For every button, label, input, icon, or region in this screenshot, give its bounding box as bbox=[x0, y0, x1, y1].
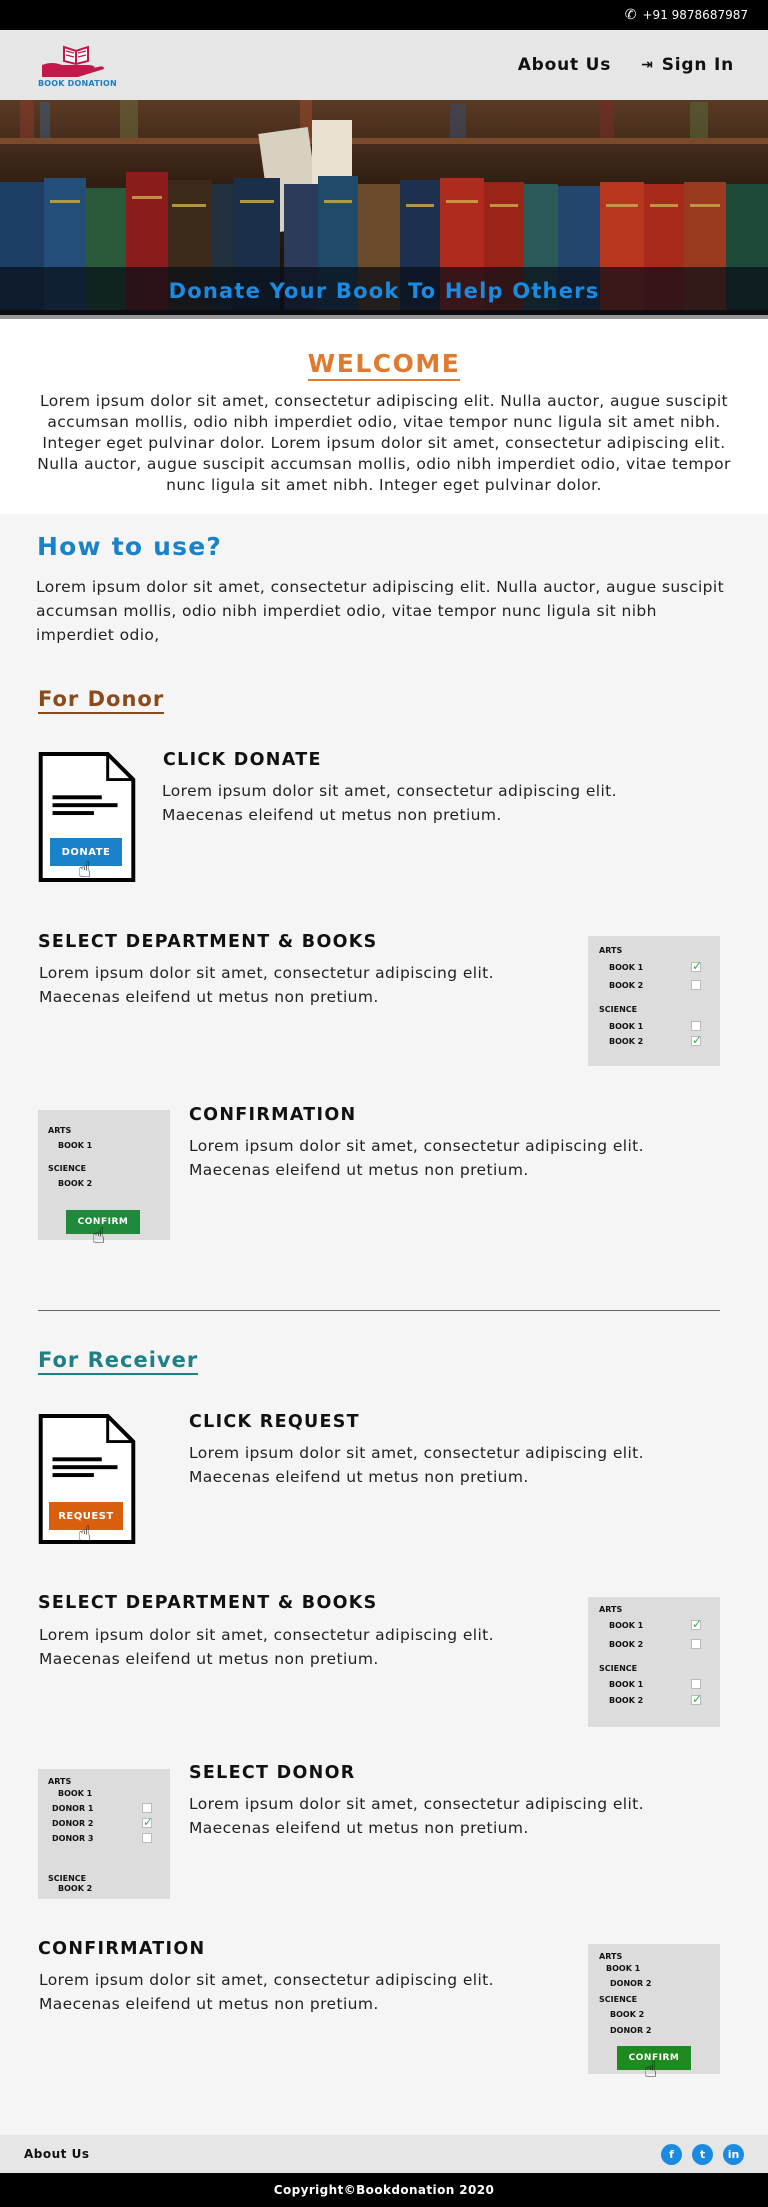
how-title: How to use? bbox=[37, 532, 223, 561]
donor-label: DONOR 2 bbox=[610, 1979, 652, 1988]
hero-tagline-band: Donate Your Book To Help Others bbox=[0, 267, 768, 315]
book-label: BOOK 2 bbox=[609, 981, 644, 990]
select-dept-books-title: SELECT DEPARTMENT & BOOKS bbox=[38, 932, 378, 952]
donor-label: DONOR 3 bbox=[52, 1834, 94, 1843]
book-hand-logo-icon bbox=[42, 45, 104, 77]
copyright-text: Copyright©Bookdonation 2020 bbox=[273, 2183, 495, 2197]
dept-label: SCIENCE bbox=[48, 1874, 87, 1883]
donor-checkbox[interactable] bbox=[142, 1815, 153, 1829]
donor-label: DONOR 2 bbox=[610, 2026, 652, 2035]
select-donor-text: Lorem ipsum dolor sit amet, consectetur … bbox=[189, 1795, 644, 1837]
for-receiver-heading: For Receiver bbox=[38, 1347, 199, 1375]
select-donor-title: SELECT DONOR bbox=[189, 1763, 356, 1783]
select-donor-panel: ARTS BOOK 1 DONOR 1 DONOR 2 DONOR 3 SCIE… bbox=[38, 1769, 170, 1899]
facebook-icon[interactable]: f bbox=[661, 2143, 682, 2165]
book-checkbox[interactable] bbox=[691, 1639, 701, 1649]
section-divider bbox=[38, 1310, 720, 1311]
sign-in-label: Sign In bbox=[661, 55, 734, 75]
footer-about-us[interactable]: About Us bbox=[24, 2147, 89, 2161]
select-dept-books-title: SELECT DEPARTMENT & BOOKS bbox=[38, 1593, 378, 1613]
select-dept-books-text: Lorem ipsum dolor sit amet, consectetur … bbox=[39, 1626, 494, 1668]
dept-books-panel: ARTS BOOK 1 BOOK 2 SCIENCE BOOK 1 BOOK 2 bbox=[588, 1597, 720, 1727]
for-donor-heading: For Donor bbox=[38, 686, 165, 714]
logo-text: BOOK DONATION bbox=[38, 78, 117, 88]
dept-label: ARTS bbox=[48, 1777, 72, 1786]
book-label: BOOK 2 bbox=[609, 1640, 644, 1649]
dept-label: ARTS bbox=[599, 946, 623, 955]
dept-label: ARTS bbox=[48, 1126, 72, 1135]
site-header: BOOK DONATION About Us ⇥ Sign In bbox=[0, 30, 768, 100]
nav-about-us[interactable]: About Us bbox=[518, 55, 611, 75]
book-label: BOOK 1 bbox=[58, 1789, 93, 1798]
book-checkbox[interactable] bbox=[691, 1033, 702, 1047]
click-request-text: Lorem ipsum dolor sit amet, consectetur … bbox=[189, 1444, 644, 1486]
nav-sign-in[interactable]: ⇥ Sign In bbox=[641, 55, 734, 75]
dept-label: ARTS bbox=[599, 1952, 623, 1961]
dept-label: SCIENCE bbox=[599, 1664, 638, 1673]
phone-number: +91 9878687987 bbox=[642, 8, 749, 22]
dept-label: SCIENCE bbox=[48, 1164, 87, 1173]
dept-label: SCIENCE bbox=[599, 1995, 638, 2004]
book-checkbox[interactable] bbox=[691, 1679, 701, 1689]
how-to-use-section: How to use? Lorem ipsum dolor sit amet, … bbox=[0, 514, 768, 647]
confirmation-title: CONFIRMATION bbox=[38, 1939, 206, 1959]
site-footer: About Us f t in bbox=[0, 2135, 768, 2173]
book-label: BOOK 1 bbox=[609, 1680, 644, 1689]
how-intro: Lorem ipsum dolor sit amet, consectetur … bbox=[36, 578, 725, 644]
hero-banner: Donate Your Book To Help Others bbox=[0, 100, 768, 319]
book-checkbox[interactable] bbox=[691, 980, 701, 990]
click-donate-title: CLICK DONATE bbox=[163, 750, 322, 770]
book-label: BOOK 2 bbox=[609, 1696, 644, 1705]
social-links: f t in bbox=[661, 2143, 744, 2165]
donor-label: DONOR 1 bbox=[52, 1804, 94, 1813]
pointer-hand-icon: ☝ bbox=[92, 1224, 106, 1249]
dept-books-panel: ARTS BOOK 1 BOOK 2 SCIENCE BOOK 1 BOOK 2 bbox=[588, 936, 720, 1066]
donor-checkbox[interactable] bbox=[142, 1833, 152, 1843]
welcome-title: WELCOME bbox=[307, 349, 461, 381]
top-contact-bar: ✆ +91 9878687987 bbox=[0, 0, 768, 30]
donor-checkbox[interactable] bbox=[142, 1803, 152, 1813]
book-label: BOOK 2 bbox=[58, 1884, 93, 1893]
book-checkbox[interactable] bbox=[691, 1021, 701, 1031]
sign-in-icon: ⇥ bbox=[641, 57, 654, 73]
confirmation-text: Lorem ipsum dolor sit amet, consectetur … bbox=[189, 1137, 644, 1179]
linkedin-icon[interactable]: in bbox=[723, 2143, 744, 2165]
book-label: BOOK 2 bbox=[610, 2010, 645, 2019]
confirmation-title: CONFIRMATION bbox=[189, 1105, 357, 1125]
donate-document-illustration: DONATE ☝ bbox=[38, 752, 136, 884]
pointer-hand-icon: ☝ bbox=[78, 858, 92, 883]
copyright-bar: Copyright©Bookdonation 2020 bbox=[0, 2173, 768, 2207]
hero-tagline: Donate Your Book To Help Others bbox=[168, 279, 600, 303]
book-label: BOOK 1 bbox=[606, 1964, 641, 1973]
book-label: BOOK 1 bbox=[609, 1022, 644, 1031]
pointer-hand-icon: ☝ bbox=[78, 1522, 92, 1547]
book-label: BOOK 1 bbox=[609, 1621, 644, 1630]
book-label: BOOK 1 bbox=[609, 963, 644, 972]
book-label: BOOK 1 bbox=[58, 1141, 93, 1150]
book-checkbox[interactable] bbox=[691, 959, 702, 973]
book-checkbox[interactable] bbox=[691, 1692, 702, 1706]
hero-divider bbox=[0, 315, 768, 319]
book-label: BOOK 2 bbox=[58, 1179, 93, 1188]
confirm-panel: ARTS BOOK 1 SCIENCE BOOK 2 CONFIRM ☝ bbox=[38, 1110, 170, 1248]
welcome-section: WELCOME Lorem ipsum dolor sit amet, cons… bbox=[0, 319, 768, 514]
site-logo[interactable]: BOOK DONATION bbox=[38, 43, 128, 88]
phone-icon: ✆ bbox=[624, 7, 637, 23]
select-dept-books-text: Lorem ipsum dolor sit amet, consectetur … bbox=[39, 964, 494, 1006]
dept-label: SCIENCE bbox=[599, 1005, 638, 1014]
request-document-illustration: REQUEST ☝ bbox=[38, 1414, 136, 1546]
pointer-hand-icon: ☝ bbox=[644, 2058, 658, 2083]
main-nav: About Us ⇥ Sign In bbox=[518, 55, 734, 75]
click-request-title: CLICK REQUEST bbox=[189, 1412, 360, 1432]
book-checkbox[interactable] bbox=[691, 1617, 702, 1631]
welcome-text: Lorem ipsum dolor sit amet, consectetur … bbox=[37, 392, 731, 494]
donor-label: DONOR 2 bbox=[52, 1819, 94, 1828]
book-label: BOOK 2 bbox=[609, 1037, 644, 1046]
dept-label: ARTS bbox=[599, 1605, 623, 1614]
click-donate-text: Lorem ipsum dolor sit amet, consectetur … bbox=[162, 782, 617, 824]
confirm-panel: ARTS BOOK 1 DONOR 2 SCIENCE BOOK 2 DONOR… bbox=[588, 1944, 720, 2082]
confirmation-text: Lorem ipsum dolor sit amet, consectetur … bbox=[39, 1971, 494, 2013]
twitter-icon[interactable]: t bbox=[692, 2143, 713, 2165]
